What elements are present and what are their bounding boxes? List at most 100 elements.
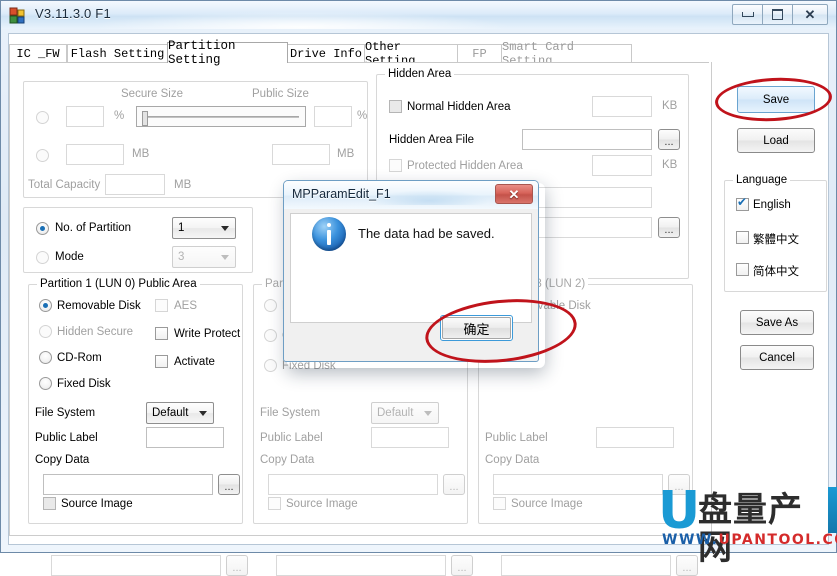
language-group: Language English 繁體中文 简体中文 <box>724 180 827 292</box>
application-window: V3.11.3.0 F1 ✕ IC _FW Flash Setting Part… <box>0 0 837 553</box>
partition-2-file-system-select[interactable]: Default <box>371 402 439 424</box>
language-title: Language <box>733 174 790 186</box>
tab-underline <box>9 62 709 63</box>
size-slider-thumb[interactable] <box>142 111 148 126</box>
language-traditional-chinese-checkbox[interactable] <box>736 231 749 244</box>
save-as-button[interactable]: Save As <box>740 310 814 335</box>
secure-percent-unit: % <box>114 110 124 122</box>
hidden-area-extra-browse-button[interactable]: ... <box>658 217 680 238</box>
chevron-down-icon <box>221 226 229 231</box>
partition-1-aes-checkbox[interactable] <box>155 299 168 312</box>
normal-hidden-area-unit: KB <box>662 100 677 112</box>
dialog-close-button[interactable]: ✕ <box>495 184 533 204</box>
partition-3-public-label-input[interactable] <box>596 427 674 448</box>
watermark-strip <box>828 487 837 533</box>
partition-1-source-image-input[interactable] <box>51 555 221 576</box>
total-capacity-input[interactable] <box>105 174 165 195</box>
partition-2-fixed-disk-radio[interactable] <box>264 359 277 372</box>
language-english-checkbox[interactable] <box>736 198 749 211</box>
language-simplified-chinese-checkbox[interactable] <box>736 263 749 276</box>
normal-hidden-area-label: Normal Hidden Area <box>407 101 511 113</box>
no-of-partition-select[interactable]: 1 <box>172 217 236 239</box>
partition-1-copy-data-label: Copy Data <box>35 454 89 466</box>
close-button[interactable]: ✕ <box>792 4 828 25</box>
partition-1-file-system-value: Default <box>152 407 188 419</box>
partition-3-source-image-checkbox[interactable] <box>493 497 506 510</box>
partition-1-fixed-disk-radio[interactable] <box>39 377 52 390</box>
partition-2-source-image-checkbox[interactable] <box>268 497 281 510</box>
dialog-ok-label: 确定 <box>442 317 511 339</box>
partition-1-file-system-select[interactable]: Default <box>146 402 214 424</box>
watermark-url-prefix: WWW. <box>662 532 719 548</box>
hidden-area-file-input[interactable] <box>522 129 652 150</box>
partition-1-source-image-label: Source Image <box>61 498 133 510</box>
partition-2-copy-data-input[interactable] <box>268 474 438 495</box>
mode-select[interactable]: 3 <box>172 246 236 268</box>
public-size-mb-input[interactable] <box>272 144 330 165</box>
partition-2-source-image-input[interactable] <box>276 555 446 576</box>
dialog-message: The data had be saved. <box>358 226 495 241</box>
window-title: V3.11.3.0 F1 <box>35 6 111 21</box>
maximize-button[interactable] <box>762 4 793 25</box>
info-icon <box>312 217 346 251</box>
window-controls: ✕ <box>733 4 828 25</box>
partition-1-activate-label: Activate <box>174 356 215 368</box>
partition-3-source-image-input[interactable] <box>501 555 671 576</box>
tab-fp[interactable]: FP <box>457 44 502 62</box>
protected-hidden-area-size-input[interactable] <box>592 155 652 176</box>
cancel-button[interactable]: Cancel <box>740 345 814 370</box>
dialog-ok-button[interactable]: 确定 <box>440 315 513 341</box>
partition-1-hidden-secure-radio[interactable] <box>39 325 52 338</box>
partition-1-source-image-checkbox[interactable] <box>43 497 56 510</box>
protected-hidden-area-label: Protected Hidden Area <box>407 160 523 172</box>
load-button[interactable]: Load <box>737 128 815 153</box>
normal-hidden-area-size-input[interactable] <box>592 96 652 117</box>
partition-1-copy-data-input[interactable] <box>43 474 213 495</box>
normal-hidden-area-checkbox[interactable] <box>389 100 402 113</box>
chevron-down-icon <box>424 411 432 416</box>
protected-hidden-area-checkbox[interactable] <box>389 159 402 172</box>
secure-size-percent-input[interactable] <box>66 106 104 127</box>
tab-smart-card-setting[interactable]: Smart Card Setting <box>501 44 632 62</box>
partition-3-source-image-browse-button[interactable]: ... <box>676 555 698 576</box>
partition-1-source-image-browse-button[interactable]: ... <box>226 555 248 576</box>
partition-3-source-image-label: Source Image <box>511 498 583 510</box>
secure-size-mb-input[interactable] <box>66 144 124 165</box>
partition-1-cdrom-radio[interactable] <box>39 351 52 364</box>
total-capacity-label: Total Capacity <box>28 179 100 191</box>
tab-ic-fw[interactable]: IC _FW <box>9 44 67 62</box>
no-of-partition-radio[interactable] <box>36 222 49 235</box>
size-slider[interactable] <box>136 106 306 127</box>
public-size-percent-input[interactable] <box>314 106 352 127</box>
partition-1-removable-disk-label: Removable Disk <box>57 300 141 312</box>
partition-2-copy-data-browse-button[interactable]: ... <box>443 474 465 495</box>
language-traditional-chinese-label: 繁體中文 <box>753 231 799 247</box>
language-english-label: English <box>753 199 791 211</box>
partition-1-write-protect-checkbox[interactable] <box>155 327 168 340</box>
partition-1-hidden-secure-label: Hidden Secure <box>57 326 133 338</box>
partition-1-activate-checkbox[interactable] <box>155 355 168 368</box>
partition-3-copy-data-input[interactable] <box>493 474 663 495</box>
partition-2-cdrom-radio[interactable] <box>264 329 277 342</box>
capacity-mb-radio[interactable] <box>36 149 49 162</box>
partition-2-public-label-input[interactable] <box>371 427 449 448</box>
tab-flash-setting[interactable]: Flash Setting <box>67 44 168 62</box>
capacity-percent-radio[interactable] <box>36 111 49 124</box>
hidden-area-file-browse-button[interactable]: ... <box>658 129 680 150</box>
minimize-button[interactable] <box>732 4 763 25</box>
partition-2-source-image-browse-button[interactable]: ... <box>451 555 473 576</box>
partition-1-removable-disk-radio[interactable] <box>39 299 52 312</box>
mode-radio[interactable] <box>36 251 49 264</box>
watermark: U 盘量产网 WWW.UPANTOOL.COM <box>650 487 837 549</box>
size-slider-track <box>143 116 299 118</box>
tab-other-setting[interactable]: Other Setting <box>364 44 458 62</box>
partition-1-cdrom-label: CD-Rom <box>57 352 102 364</box>
partition-1-fixed-disk-label: Fixed Disk <box>57 378 111 390</box>
partition-2-removable-disk-radio[interactable] <box>264 299 277 312</box>
tab-drive-info[interactable]: Drive Info <box>287 44 365 62</box>
tab-partition-setting[interactable]: Partition Setting <box>167 42 288 63</box>
no-of-partition-value: 1 <box>178 222 184 234</box>
partition-1-public-label-input[interactable] <box>146 427 224 448</box>
save-button[interactable]: Save <box>737 86 815 113</box>
partition-1-copy-data-browse-button[interactable]: ... <box>218 474 240 495</box>
